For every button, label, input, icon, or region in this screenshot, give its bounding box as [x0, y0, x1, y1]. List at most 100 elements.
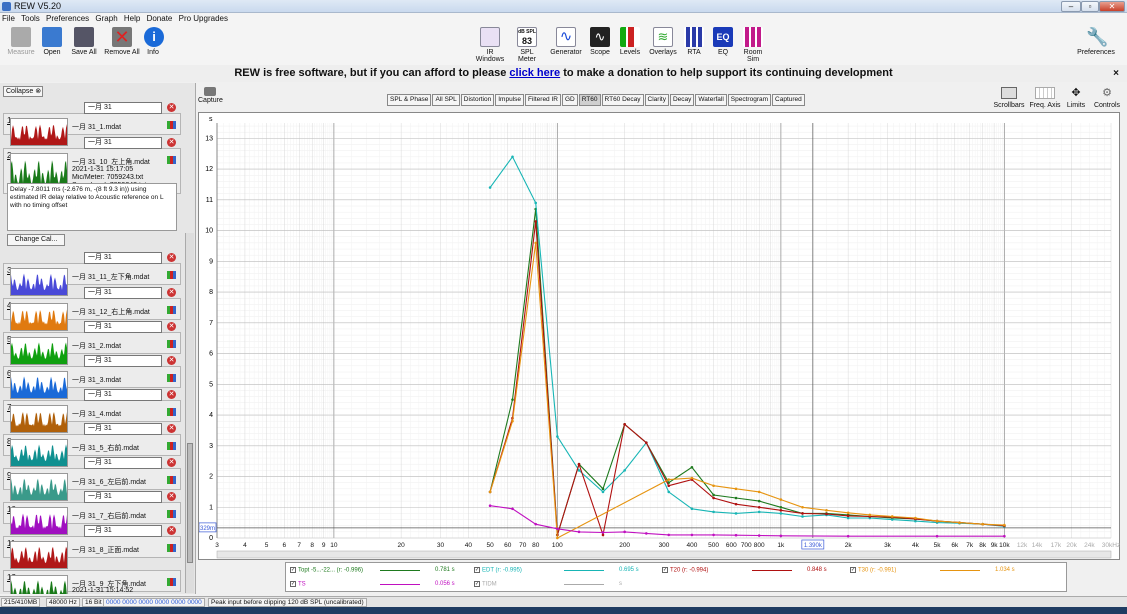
spl-meter-button[interactable]: dB SPL 83 SPL Meter	[511, 27, 543, 63]
donation-link[interactable]: click here	[509, 67, 560, 79]
measurement-notes-field[interactable]: 一月 31	[84, 457, 162, 469]
remove-measurement-icon[interactable]: ✕	[167, 492, 176, 501]
limits-button[interactable]: ✥ Limits	[1064, 87, 1088, 109]
minimize-button[interactable]: –	[1061, 1, 1081, 12]
remove-measurement-icon[interactable]: ✕	[167, 526, 176, 535]
tab-spectrogram[interactable]: Spectrogram	[727, 94, 772, 106]
remove-measurement-icon[interactable]: ✕	[167, 424, 176, 433]
tab-clarity[interactable]: Clarity	[644, 94, 669, 106]
menu-graph[interactable]: Graph	[93, 13, 119, 23]
measurement-notes-field[interactable]: 一月 31	[84, 355, 162, 367]
measurement-item[interactable]: 12一月 31_9_左下角.mdat2021-1-31 15:14:52Mic/…	[3, 570, 181, 594]
measurement-notes-field[interactable]: 一月 31	[84, 389, 162, 401]
measurement-item[interactable]: 4一月 31_12_右上角.mdat一月 31✕	[3, 287, 181, 331]
graph-select-icon[interactable]	[167, 121, 176, 129]
measurement-notes-field[interactable]: 一月 31	[84, 525, 162, 537]
menu-help[interactable]: Help	[122, 13, 142, 23]
freq-axis-button[interactable]: Freq. Axis	[1028, 87, 1062, 109]
measurement-notes-field[interactable]: 一月 31	[84, 287, 162, 299]
remove-measurement-icon[interactable]: ✕	[167, 390, 176, 399]
measure-button[interactable]: Measure	[6, 27, 36, 56]
measurement-notes-field[interactable]: 一月 31	[84, 491, 162, 503]
legend-checkbox[interactable]: ✓	[662, 567, 668, 573]
measurement-notes-field[interactable]: 一月 31	[84, 102, 162, 114]
legend-item[interactable]: ✓ TIDM s	[474, 581, 656, 591]
graph-select-icon[interactable]	[167, 476, 176, 484]
tab-gd[interactable]: GD	[561, 94, 578, 106]
remove-measurement-icon[interactable]: ✕	[167, 322, 176, 331]
info-button[interactable]: i Info	[144, 27, 164, 56]
rt60-graph[interactable]: 0 1 2 3 4 5 6 7 8 9 10 11 12 13 s 3 4 5 6 7 8 9 10 20 30 40 50 60 70…	[198, 112, 1120, 560]
measurement-item[interactable]: 10一月 31_7_右后前.mdat一月 31✕	[3, 491, 181, 535]
remove-measurement-icon[interactable]: ✕	[167, 356, 176, 365]
measurement-item[interactable]: 8一月 31_5_右前.mdat一月 31✕	[3, 423, 181, 467]
menu-donate[interactable]: Donate	[145, 13, 175, 23]
measurement-item[interactable]: 9一月 31_6_左后前.mdat一月 31✕	[3, 457, 181, 501]
measurement-notes-field[interactable]: 一月 31	[84, 321, 162, 333]
legend-item[interactable]: ✓ EDT (r: -0.995) 0.695 s	[474, 567, 656, 577]
graph-select-icon[interactable]	[167, 408, 176, 416]
tab-distortion[interactable]: Distortion	[460, 94, 495, 106]
menu-file[interactable]: File	[0, 13, 17, 23]
open-button[interactable]: Open	[40, 27, 64, 56]
tab-captured[interactable]: Captured	[772, 94, 805, 106]
collapse-button[interactable]: Collapse ⊗	[3, 86, 43, 97]
legend-item[interactable]: ✓ T30 (r: -0.991) 1.034 s	[850, 567, 1032, 577]
scrollbars-button[interactable]: Scrollbars	[992, 87, 1026, 109]
measurement-item[interactable]: 11一月 31_8_正面.mdat一月 31✕	[3, 525, 181, 569]
graph-select-icon[interactable]	[167, 544, 176, 552]
legend-checkbox[interactable]: ✓	[290, 581, 296, 587]
measurement-notes-field[interactable]: 一月 31	[84, 137, 162, 149]
measurement-item[interactable]: 5一月 31_2.mdat一月 31✕	[3, 321, 181, 365]
measurement-notes-field[interactable]: 一月 31	[84, 252, 162, 264]
remove-all-button[interactable]: ✕ Remove All	[104, 27, 140, 56]
graph-select-icon[interactable]	[167, 510, 176, 518]
tab-rt60-decay[interactable]: RT60 Decay	[601, 94, 644, 106]
change-cal-button[interactable]: Change Cal...	[7, 234, 65, 246]
legend-checkbox[interactable]: ✓	[474, 567, 480, 573]
graph-select-icon[interactable]	[167, 156, 176, 164]
eq-button[interactable]: EQ EQ	[712, 27, 734, 56]
controls-button[interactable]: ⚙ Controls	[1092, 87, 1122, 109]
maximize-button[interactable]: ▫	[1081, 1, 1099, 12]
tab-impulse[interactable]: Impulse	[495, 94, 524, 106]
close-banner-button[interactable]: ×	[1113, 65, 1119, 82]
graph-select-icon[interactable]	[167, 374, 176, 382]
menu-pro-upgrades[interactable]: Pro Upgrades	[177, 13, 230, 23]
ir-windows-button[interactable]: IR Windows	[472, 27, 508, 63]
rta-button[interactable]: RTA	[684, 27, 704, 56]
generator-button[interactable]: ∿ Generator	[550, 27, 582, 56]
preferences-button[interactable]: 🔧 Preferences	[1075, 27, 1117, 56]
save-all-button[interactable]: Save All	[70, 27, 98, 56]
legend-checkbox[interactable]: ✓	[474, 581, 480, 587]
legend-item[interactable]: ✓ TS 0.056 s	[290, 581, 472, 591]
graph-select-icon[interactable]	[167, 306, 176, 314]
scrollbar-thumb[interactable]	[187, 443, 193, 563]
tab-decay[interactable]: Decay	[669, 94, 695, 106]
remove-measurement-icon[interactable]: ✕	[167, 288, 176, 297]
menu-preferences[interactable]: Preferences	[44, 13, 91, 23]
capture-button[interactable]: Capture	[198, 87, 223, 111]
panel-scrollbar[interactable]	[185, 233, 194, 593]
graph-select-icon[interactable]	[167, 442, 176, 450]
close-window-button[interactable]: ✕	[1099, 1, 1125, 12]
legend-item[interactable]: ✓ Topt -5...-22... (r: -0.996) 0.781 s	[290, 567, 472, 577]
legend-item[interactable]: ✓ T20 (r: -0.994) 0.848 s	[662, 567, 844, 577]
scope-button[interactable]: ∿ Scope	[588, 27, 612, 56]
measurement-notes-field[interactable]: 一月 31	[84, 423, 162, 435]
tab-filtered-ir[interactable]: Filtered IR	[525, 94, 561, 106]
overlays-button[interactable]: ≋ Overlays	[648, 27, 678, 56]
remove-measurement-icon[interactable]: ✕	[167, 458, 176, 467]
tab-rt60[interactable]: RT60	[578, 94, 601, 106]
measurement-item[interactable]: 6一月 31_3.mdat一月 31✕	[3, 355, 181, 399]
tab-spl-phase[interactable]: SPL & Phase	[387, 94, 432, 106]
graph-select-icon[interactable]	[167, 578, 176, 586]
measurement-item[interactable]: 3一月 31_11_左下角.mdat一月 31✕	[3, 252, 181, 296]
tab-waterfall[interactable]: Waterfall	[695, 94, 727, 106]
remove-measurement-icon[interactable]: ✕	[167, 253, 176, 262]
tab-all-spl[interactable]: All SPL	[432, 94, 460, 106]
menu-tools[interactable]: Tools	[19, 13, 42, 23]
graph-scrollbar[interactable]	[216, 550, 1112, 559]
legend-checkbox[interactable]: ✓	[850, 567, 856, 573]
measurement-item[interactable]: 7一月 31_4.mdat一月 31✕	[3, 389, 181, 433]
